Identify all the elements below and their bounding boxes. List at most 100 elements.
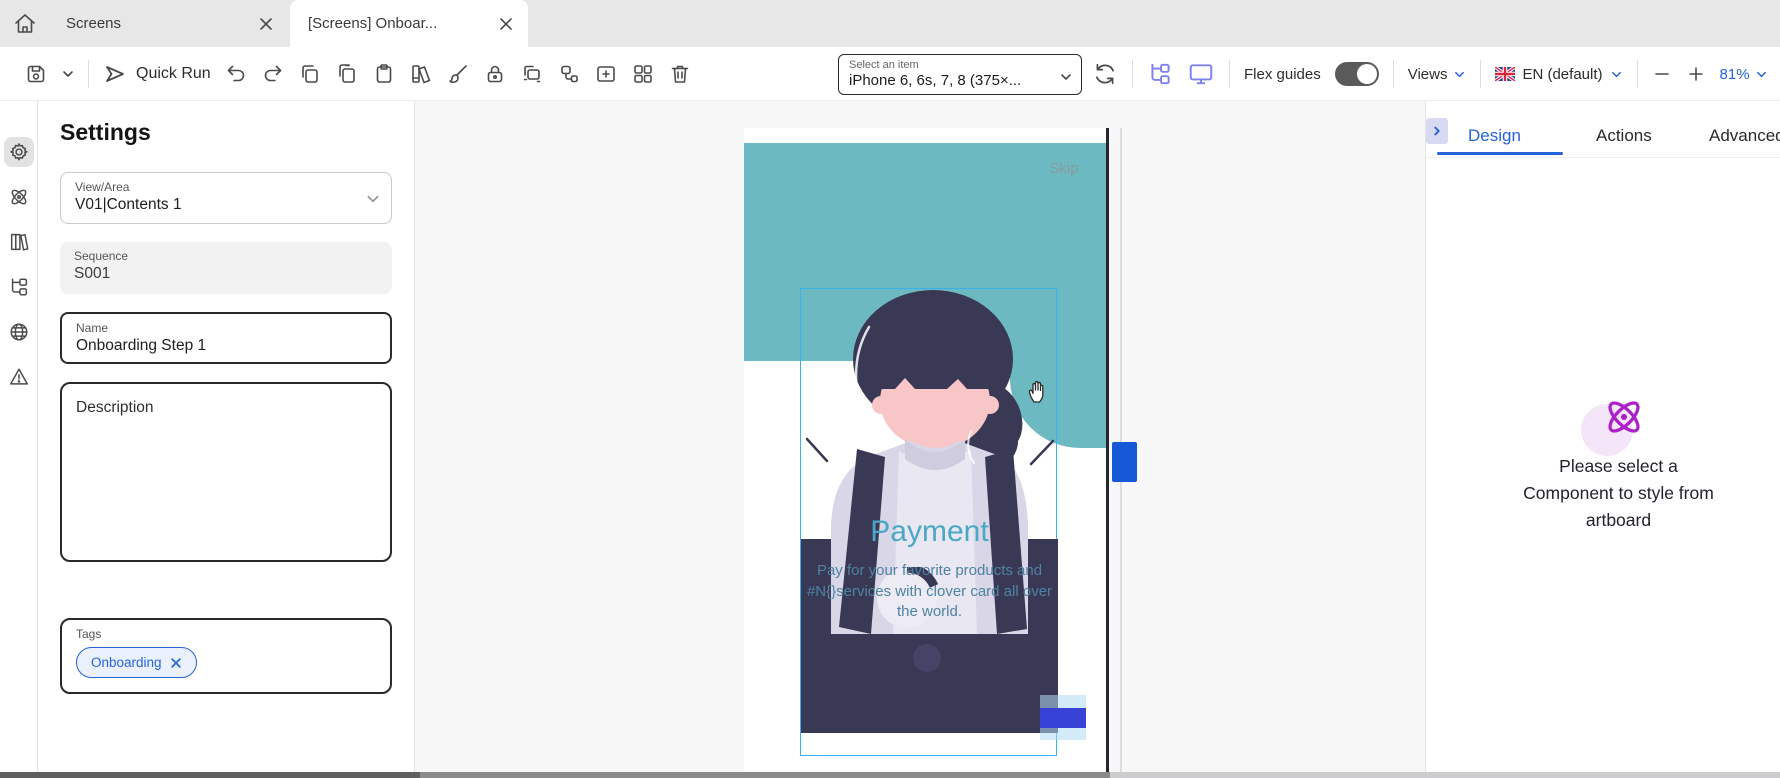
undo-button[interactable] bbox=[224, 62, 248, 86]
chevron-right-icon bbox=[1431, 125, 1443, 137]
tab-actions[interactable]: Actions bbox=[1596, 126, 1652, 146]
ungroup-button[interactable] bbox=[557, 62, 581, 86]
plus-icon bbox=[1686, 64, 1706, 84]
tab-screens-onboarding[interactable]: [Screens] Onboar... bbox=[290, 0, 528, 47]
library-books-icon bbox=[8, 231, 30, 253]
rail-settings-button[interactable] bbox=[4, 137, 34, 167]
delete-button[interactable] bbox=[668, 62, 692, 86]
empty-state-line: artboard bbox=[1456, 507, 1780, 534]
design-canvas[interactable]: Skip bbox=[415, 101, 1425, 778]
empty-state-line: Component to style from bbox=[1456, 480, 1780, 507]
add-frame-icon bbox=[594, 62, 618, 86]
horizontal-scrollbar-thumb-secondary[interactable] bbox=[420, 772, 1110, 778]
view-area-select[interactable]: View/Area V01|Contents 1 bbox=[60, 172, 392, 224]
tag-chip-onboarding[interactable]: Onboarding bbox=[76, 647, 197, 678]
lock-button[interactable] bbox=[483, 62, 507, 86]
language-dropdown[interactable]: EN (default) bbox=[1495, 66, 1622, 83]
chevron-down-icon bbox=[1610, 68, 1623, 81]
device-select-value: iPhone 6, 6s, 7, 8 (375×... bbox=[849, 72, 1054, 89]
layers-tree-button[interactable] bbox=[1147, 61, 1173, 87]
home-button[interactable] bbox=[8, 9, 42, 39]
view-area-value: V01|Contents 1 bbox=[75, 196, 377, 214]
component-atom-icon bbox=[1601, 394, 1647, 440]
design-styles-icon bbox=[409, 62, 433, 86]
issues-warning-icon bbox=[8, 366, 30, 388]
duplicate-icon bbox=[298, 62, 322, 86]
toolbar-divider bbox=[1229, 60, 1230, 88]
rail-prototype-button[interactable] bbox=[4, 182, 34, 212]
group-button[interactable] bbox=[520, 62, 544, 86]
close-icon[interactable] bbox=[252, 10, 280, 38]
collapse-panel-button[interactable] bbox=[1426, 118, 1448, 144]
phone-artboard[interactable]: Skip bbox=[744, 128, 1108, 778]
views-label: Views bbox=[1408, 66, 1448, 83]
device-select[interactable]: Select an item iPhone 6, 6s, 7, 8 (375×.… bbox=[838, 54, 1082, 95]
add-frame-button[interactable] bbox=[594, 62, 618, 86]
horizontal-scrollbar-thumb[interactable] bbox=[0, 772, 420, 778]
page-dot-shape[interactable] bbox=[913, 644, 941, 672]
name-label: Name bbox=[76, 321, 376, 335]
app-window: Screens [Screens] Onboar... bbox=[0, 0, 1780, 778]
save-menu-button[interactable] bbox=[61, 67, 75, 81]
name-field[interactable]: Name Onboarding Step 1 bbox=[60, 312, 392, 364]
preview-monitor-icon bbox=[1187, 61, 1215, 87]
save-button[interactable] bbox=[24, 62, 48, 86]
payment-body-text[interactable]: Pay for your favorite products and #N{}s… bbox=[789, 561, 1070, 623]
save-icon bbox=[24, 62, 48, 86]
toolbar: Quick Run bbox=[0, 47, 1780, 101]
uk-flag-icon bbox=[1495, 67, 1515, 81]
chevron-down-icon bbox=[1755, 68, 1768, 81]
copy-button[interactable] bbox=[335, 62, 359, 86]
description-textarea[interactable]: Description bbox=[60, 382, 392, 562]
remove-tag-icon[interactable] bbox=[170, 657, 182, 669]
selected-bar-shape[interactable] bbox=[1040, 708, 1086, 728]
views-dropdown[interactable]: Views bbox=[1408, 66, 1467, 83]
tags-field[interactable]: Tags Onboarding bbox=[60, 618, 392, 694]
rail-globe-button[interactable] bbox=[4, 317, 34, 347]
tab-screens[interactable]: Screens bbox=[48, 0, 288, 47]
canvas-scroll-handle[interactable] bbox=[1112, 442, 1137, 482]
tab-design[interactable]: Design bbox=[1468, 126, 1521, 146]
sequence-field[interactable]: Sequence S001 bbox=[60, 242, 392, 294]
settings-gear-icon bbox=[8, 141, 30, 163]
settings-panel: Settings View/Area V01|Contents 1 Sequen… bbox=[38, 101, 415, 778]
tab-label: Screens bbox=[48, 15, 252, 32]
empty-state-line: Please select a bbox=[1456, 453, 1780, 480]
zoom-in-button[interactable] bbox=[1686, 64, 1706, 84]
hand-cursor-icon bbox=[1026, 378, 1050, 404]
chevron-down-icon bbox=[1453, 68, 1466, 81]
design-styles-button[interactable] bbox=[409, 62, 433, 86]
flex-guides-label: Flex guides bbox=[1244, 66, 1321, 83]
brush-button[interactable] bbox=[446, 62, 470, 86]
zoom-out-button[interactable] bbox=[1652, 64, 1672, 84]
ungroup-icon bbox=[557, 62, 581, 86]
view-area-label: View/Area bbox=[75, 180, 377, 194]
duplicate-button[interactable] bbox=[298, 62, 322, 86]
sequence-label: Sequence bbox=[74, 249, 378, 263]
rail-structure-button[interactable] bbox=[4, 272, 34, 302]
paste-icon bbox=[372, 62, 396, 86]
redo-button[interactable] bbox=[261, 62, 285, 86]
selection-box: Payment Pay for your favorite products a… bbox=[800, 288, 1057, 756]
rail-issues-button[interactable] bbox=[4, 362, 34, 392]
horizontal-scrollbar-track[interactable] bbox=[1110, 772, 1780, 778]
tab-advanced[interactable]: Advanced bbox=[1709, 126, 1780, 146]
settings-title: Settings bbox=[60, 119, 151, 146]
copy-icon bbox=[335, 62, 359, 86]
sync-icon bbox=[1092, 61, 1118, 87]
close-icon[interactable] bbox=[492, 10, 520, 38]
paste-button[interactable] bbox=[372, 62, 396, 86]
phone-frame-edge bbox=[1106, 128, 1109, 778]
structure-tree-icon bbox=[8, 276, 30, 298]
brush-icon bbox=[446, 62, 470, 86]
skip-link[interactable]: Skip bbox=[1028, 160, 1100, 177]
preview-monitor-button[interactable] bbox=[1187, 61, 1215, 87]
components-button[interactable] bbox=[631, 62, 655, 86]
sync-button[interactable] bbox=[1092, 61, 1118, 87]
flex-guides-toggle[interactable] bbox=[1335, 62, 1379, 86]
zoom-level-dropdown[interactable]: 81% bbox=[1720, 66, 1768, 83]
quick-run-button[interactable]: Quick Run bbox=[102, 62, 211, 86]
payment-body-line: Pay for your favorite products and bbox=[789, 561, 1070, 582]
payment-title-text[interactable]: Payment bbox=[801, 515, 1058, 549]
rail-library-button[interactable] bbox=[4, 227, 34, 257]
